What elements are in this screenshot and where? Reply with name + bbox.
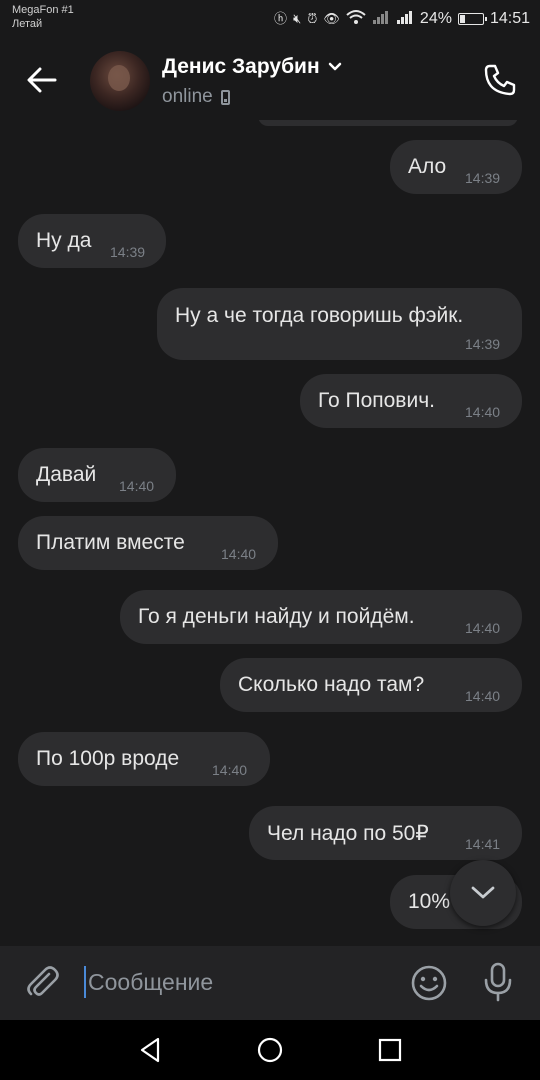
- message-incoming[interactable]: Ну да 14:39: [18, 214, 166, 268]
- data-saver-icon: ⓗ: [274, 11, 288, 26]
- chevron-down-icon: [328, 62, 341, 71]
- call-button[interactable]: [478, 58, 522, 102]
- chat-header: Денис Зарубин online: [0, 40, 540, 120]
- mute-icon: 🔇︎: [293, 11, 302, 26]
- signal-1-icon: [372, 9, 390, 29]
- composer: [0, 946, 540, 1020]
- message-text: По 100р вроде: [36, 747, 180, 770]
- message-text: Платим вместе: [36, 531, 185, 554]
- nav-recents-icon: [378, 1038, 402, 1062]
- alarm-icon: ⏰︎: [307, 11, 318, 26]
- message-time: 14:40: [465, 620, 501, 636]
- message-outgoing[interactable]: Го я деньги найду и пойдём. 14:40: [120, 590, 522, 644]
- carrier-label: MegaFon #1 Летай: [12, 3, 74, 31]
- message-text: Ну да: [36, 229, 92, 252]
- message-outgoing[interactable]: Ало 14:39: [390, 140, 522, 194]
- status-bar: MegaFon #1 Летай ⓗ 🔇︎ ⏰︎ 👁︎ 24% 14:51: [0, 0, 540, 40]
- message-text: Ало: [408, 155, 447, 178]
- message-outgoing[interactable]: Ну а че тогда говоришь фэйк. 14:39: [157, 288, 522, 360]
- contact-name-button[interactable]: Денис Зарубин: [162, 55, 342, 79]
- message-text: Го я деньги найду и пойдём.: [138, 605, 415, 628]
- message-incoming[interactable]: Давай 14:40: [18, 448, 176, 502]
- message-list[interactable]: Ало 14:39 Ну да 14:39 Ну а че тогда гово…: [0, 120, 540, 946]
- message-time: 14:41: [465, 836, 501, 852]
- carrier-subline: Летай: [12, 18, 43, 30]
- mic-button[interactable]: [478, 960, 518, 1004]
- message-time: 14:40: [221, 546, 257, 562]
- message-text: Чел надо по 50₽: [267, 822, 429, 845]
- phone-device-icon: [220, 89, 230, 105]
- contact-status-row: online: [162, 86, 230, 108]
- avatar[interactable]: [90, 51, 150, 111]
- emoji-button[interactable]: [408, 962, 450, 1004]
- wifi-icon: [346, 9, 366, 29]
- nav-home-icon: [257, 1037, 283, 1063]
- message-time: 14:39: [465, 170, 501, 186]
- system-nav-bar: [0, 1020, 540, 1080]
- mic-icon: [484, 962, 512, 1002]
- message-input[interactable]: [84, 962, 384, 1002]
- message-outgoing[interactable]: Го Попович. 14:40: [300, 374, 522, 428]
- eye-icon: 👁︎: [323, 11, 340, 26]
- message-time: 14:39: [465, 336, 501, 352]
- attach-button[interactable]: [22, 962, 62, 1002]
- battery-fill: [459, 15, 465, 23]
- nav-back-button[interactable]: [134, 1034, 166, 1066]
- message-time: 14:40: [465, 404, 501, 420]
- status-icons: ⓗ 🔇︎ ⏰︎ 👁︎ 24% 14:51: [274, 8, 530, 30]
- nav-back-icon: [140, 1037, 160, 1063]
- battery-percent: 24%: [419, 10, 452, 27]
- scroll-down-icon: [471, 886, 495, 899]
- emoji-icon: [411, 965, 447, 1001]
- nav-home-button[interactable]: [254, 1034, 286, 1066]
- message-time: 14:40: [212, 762, 248, 778]
- text-caret: [84, 966, 86, 998]
- back-button[interactable]: [22, 60, 62, 100]
- message-time: 14:40: [119, 478, 155, 494]
- message-outgoing[interactable]: Чел надо по 50₽ 14:41: [249, 806, 522, 860]
- contact-status: online: [162, 86, 213, 107]
- call-icon: [484, 64, 516, 96]
- message-time: 14:40: [465, 688, 501, 704]
- contact-name: Денис Зарубин: [162, 55, 320, 78]
- message-incoming[interactable]: Платим вместе 14:40: [18, 516, 278, 570]
- back-arrow-icon: [27, 67, 57, 93]
- battery-icon: [457, 13, 487, 25]
- message-text: 10%: [408, 890, 451, 913]
- nav-recents-button[interactable]: [374, 1034, 406, 1066]
- message-text: Давай: [36, 463, 97, 486]
- message-text: Сколько надо там?: [238, 673, 425, 696]
- message-outgoing[interactable]: Сколько надо там? 14:40: [220, 658, 522, 712]
- clock: 14:51: [489, 10, 530, 27]
- paperclip-icon: [27, 966, 59, 996]
- message-text: Ну а че тогда говоришь фэйк.: [175, 304, 464, 327]
- signal-2-icon: [396, 9, 414, 29]
- message-incoming[interactable]: По 100р вроде 14:40: [18, 732, 270, 786]
- scroll-down-button[interactable]: [450, 860, 516, 926]
- carrier-name: MegaFon #1: [12, 4, 74, 16]
- partial-message-bubble[interactable]: [258, 120, 518, 126]
- message-time: 14:39: [110, 244, 146, 260]
- message-text: Го Попович.: [318, 389, 435, 412]
